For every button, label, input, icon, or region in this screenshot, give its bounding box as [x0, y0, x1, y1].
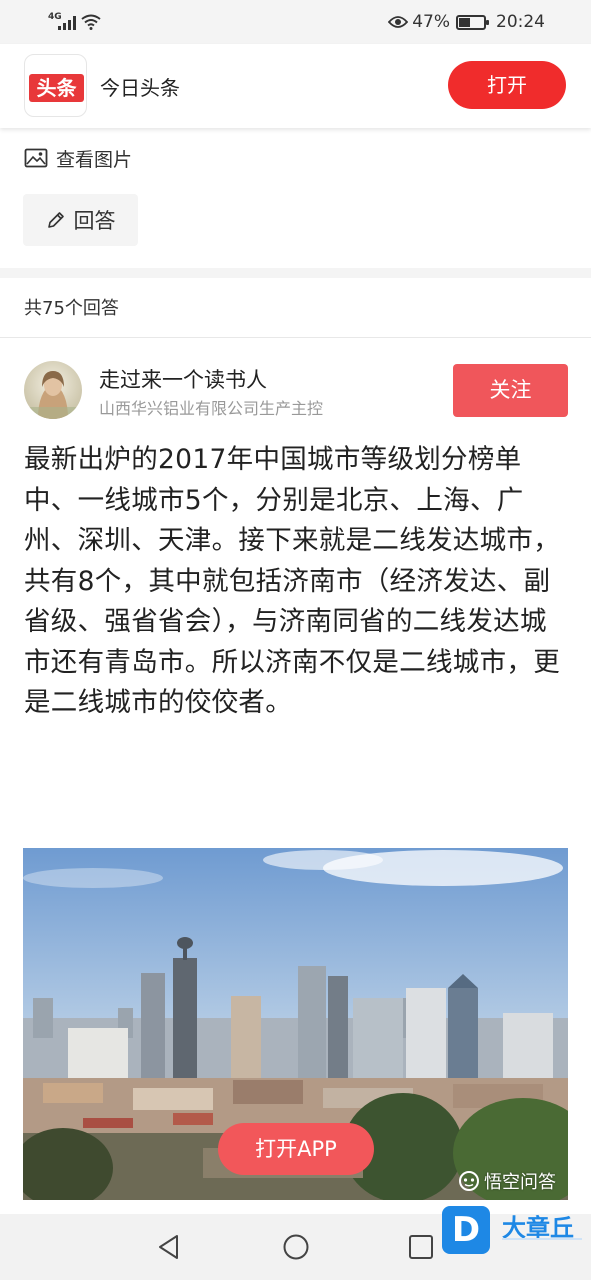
author-name[interactable]: 走过来一个读书人	[99, 364, 267, 394]
battery-percent: 47%	[412, 12, 450, 32]
home-circle-icon[interactable]	[282, 1233, 310, 1261]
watermark-label: 悟空问答	[484, 1172, 556, 1193]
app-name: 今日头条	[100, 76, 180, 100]
battery-icon	[456, 14, 489, 30]
follow-button[interactable]: 关注	[453, 364, 568, 417]
status-bar: 4G 47% 20:24	[0, 0, 591, 44]
wukong-logo-icon	[459, 1171, 479, 1191]
divider	[0, 337, 591, 338]
app-download-banner: 头条 今日头条 打开	[0, 44, 591, 128]
answer-body: 最新出炉的2017年中国城市等级划分榜单中、一线城市5个，分别是北京、上海、广州…	[24, 444, 560, 718]
answer-button[interactable]: 回答	[23, 194, 138, 246]
pencil-icon	[47, 212, 64, 228]
open-app-header-button[interactable]: 打开	[448, 61, 566, 109]
answer-button-label: 回答	[73, 209, 116, 233]
view-images-link[interactable]: 查看图片	[24, 143, 132, 173]
wukong-watermark: 悟空问答	[458, 1168, 556, 1194]
logo-text: 头条	[29, 74, 84, 102]
back-triangle-icon[interactable]	[155, 1233, 183, 1261]
clock: 20:24	[496, 12, 545, 32]
brand-watermark: D 大章丘	[442, 1206, 590, 1256]
section-divider	[0, 268, 591, 278]
author-description: 山西华兴铝业有限公司生产主控	[99, 399, 324, 418]
brand-underline	[502, 1238, 582, 1240]
open-app-button[interactable]: 打开APP	[218, 1123, 374, 1175]
image-icon	[24, 148, 48, 168]
answer-count: 共75个回答	[24, 298, 119, 319]
recent-square-icon[interactable]	[408, 1234, 434, 1260]
toutiao-logo: 头条	[24, 54, 87, 117]
view-images-label: 查看图片	[56, 148, 133, 171]
brand-logo-icon: D	[442, 1206, 490, 1254]
signal-bars-icon	[58, 16, 78, 30]
signal-indicator: 4G	[48, 12, 104, 32]
eye-comfort-icon	[388, 16, 409, 28]
wifi-icon	[81, 14, 101, 30]
avatar[interactable]	[24, 361, 82, 419]
